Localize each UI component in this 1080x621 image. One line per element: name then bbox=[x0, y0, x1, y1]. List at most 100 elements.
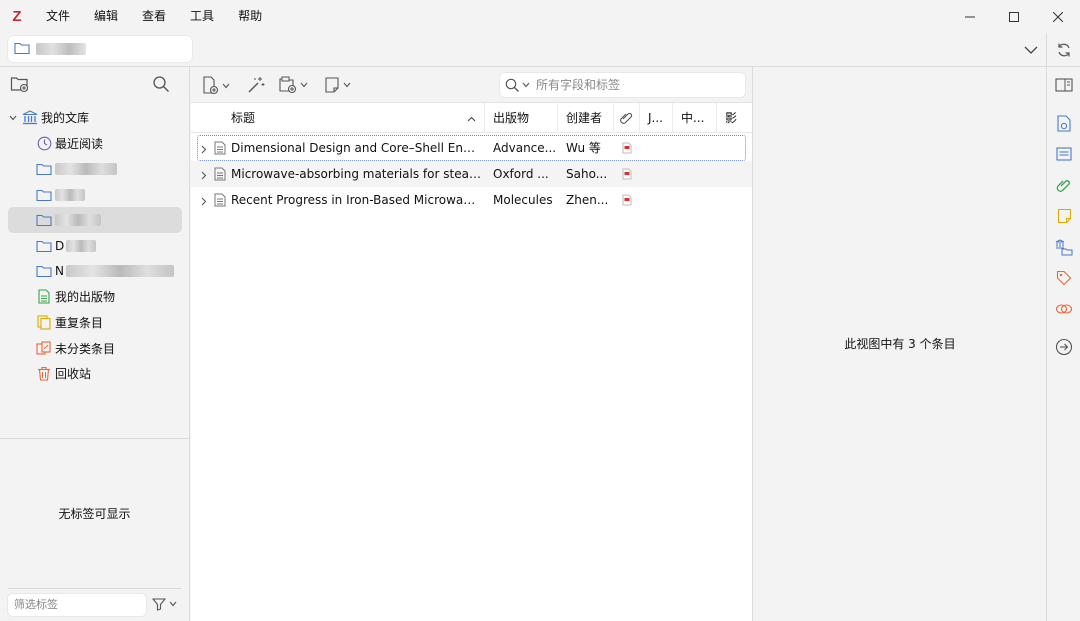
tab-bar bbox=[0, 33, 1080, 67]
abstract-section-icon[interactable] bbox=[1055, 145, 1073, 163]
chevron-right-icon[interactable] bbox=[201, 143, 207, 157]
magic-wand-icon bbox=[248, 77, 265, 93]
chevron-down-icon bbox=[300, 82, 308, 88]
attachment-add-icon bbox=[279, 76, 297, 94]
tree-item-recent[interactable]: 最近阅读 bbox=[0, 131, 189, 157]
info-section-icon[interactable] bbox=[1055, 114, 1073, 132]
column-header-title[interactable]: 标题 bbox=[191, 103, 485, 133]
item-pane: 此视图中有 3 个条目 bbox=[752, 67, 1046, 621]
chevron-down-icon bbox=[169, 601, 177, 607]
menu-tools[interactable]: 工具 bbox=[178, 0, 226, 33]
menu-help[interactable]: 帮助 bbox=[226, 0, 274, 33]
pdf-icon[interactable] bbox=[622, 168, 632, 183]
library-tab-label-redacted bbox=[36, 43, 86, 55]
table-row[interactable]: Microwave-absorbing materials for stealt… bbox=[191, 161, 752, 187]
library-tab[interactable] bbox=[8, 36, 192, 62]
trash-icon bbox=[36, 366, 52, 382]
search-mode-chevron-icon[interactable] bbox=[522, 82, 530, 88]
tree-item-label: D bbox=[55, 238, 65, 253]
libraries-collections-icon[interactable] bbox=[1055, 238, 1073, 256]
tree-item-collection-redacted-1[interactable] bbox=[0, 156, 189, 182]
collection-label-redacted bbox=[65, 265, 174, 278]
column-header-impact[interactable]: 影 bbox=[717, 103, 752, 133]
table-row[interactable]: Dimensional Design and Core–Shell Engi..… bbox=[197, 135, 746, 161]
collection-label-redacted bbox=[55, 214, 101, 227]
folder-icon bbox=[14, 41, 30, 58]
tree-item-label: 我的出版物 bbox=[55, 290, 116, 305]
toggle-pane-icon[interactable] bbox=[1055, 76, 1073, 94]
chevron-right-icon[interactable] bbox=[201, 195, 207, 209]
attachments-section-icon[interactable] bbox=[1055, 176, 1073, 194]
notes-section-icon[interactable] bbox=[1055, 207, 1073, 225]
collections-pane: 我的文库 最近阅读 D N 我的出版物 重复条目 未分类条目 回收站 无标签可显… bbox=[0, 67, 190, 621]
column-title-label: 标题 bbox=[231, 111, 256, 125]
sync-button[interactable] bbox=[1046, 33, 1080, 66]
chevron-right-icon[interactable] bbox=[201, 169, 207, 183]
column-header-journal[interactable]: J... bbox=[640, 103, 673, 133]
collections-toolbar bbox=[0, 67, 189, 103]
menu-file[interactable]: 文件 bbox=[34, 0, 82, 33]
chevron-down-icon[interactable] bbox=[9, 115, 19, 121]
collection-search-icon[interactable] bbox=[152, 75, 170, 96]
new-attachment-button[interactable] bbox=[278, 76, 308, 94]
column-header-zh[interactable]: 中... bbox=[673, 103, 717, 133]
tabs-menu-chevron-icon[interactable] bbox=[1022, 41, 1040, 59]
chevron-down-icon bbox=[222, 83, 230, 88]
tree-item-my-library[interactable]: 我的文库 bbox=[0, 105, 189, 131]
tree-item-trash[interactable]: 回收站 bbox=[0, 361, 189, 387]
menu-edit[interactable]: 编辑 bbox=[82, 0, 130, 33]
items-pane: 标题 出版物 创建者 J... 中... 影 Dimensional Desig… bbox=[191, 67, 752, 621]
close-button[interactable] bbox=[1036, 0, 1080, 33]
cell-creator: Wu 等 bbox=[566, 141, 601, 155]
menu-bar: 文件 编辑 查看 工具 帮助 bbox=[34, 0, 274, 33]
collection-label-redacted bbox=[55, 188, 85, 201]
tags-section-icon[interactable] bbox=[1055, 269, 1073, 287]
new-collection-icon[interactable] bbox=[10, 75, 30, 96]
search-icon[interactable] bbox=[505, 78, 520, 93]
tree-item-collection-selected[interactable] bbox=[0, 207, 189, 233]
pdf-icon[interactable] bbox=[622, 142, 632, 157]
locate-icon[interactable] bbox=[1055, 338, 1073, 356]
tree-item-my-publications[interactable]: 我的出版物 bbox=[0, 284, 189, 310]
related-section-icon[interactable] bbox=[1055, 300, 1073, 318]
tree-item-duplicates[interactable]: 重复条目 bbox=[0, 310, 189, 336]
tree-item-collection-d[interactable]: D bbox=[0, 233, 189, 259]
title-bar: Z 文件 编辑 查看 工具 帮助 bbox=[0, 0, 1080, 33]
new-item-icon bbox=[203, 76, 219, 95]
tree-item-label: 最近阅读 bbox=[55, 136, 104, 151]
menu-view[interactable]: 查看 bbox=[130, 0, 178, 33]
folder-icon bbox=[36, 187, 52, 203]
new-item-button[interactable] bbox=[202, 76, 230, 95]
pdf-icon[interactable] bbox=[622, 194, 632, 209]
column-header-attachments[interactable] bbox=[614, 103, 640, 133]
zotero-logo: Z bbox=[12, 8, 22, 25]
tree-item-label: N bbox=[55, 264, 64, 279]
tree-item-collection-redacted-2[interactable] bbox=[0, 182, 189, 208]
publications-icon bbox=[36, 289, 52, 305]
tag-filter-input[interactable]: 筛选标签 bbox=[8, 594, 146, 616]
item-pane-sidenav bbox=[1046, 67, 1080, 621]
column-header-publication[interactable]: 出版物 bbox=[485, 103, 558, 133]
search-input[interactable] bbox=[536, 78, 736, 92]
cell-publication: Molecules bbox=[493, 193, 553, 207]
filter-icon bbox=[152, 598, 166, 611]
cell-publication: Oxford ... bbox=[493, 167, 549, 181]
tree-item-label: 我的文库 bbox=[41, 111, 90, 126]
note-icon bbox=[325, 77, 339, 93]
items-search-box[interactable] bbox=[500, 73, 745, 97]
table-row[interactable]: Recent Progress in Iron-Based Microwave.… bbox=[191, 187, 752, 213]
maximize-button[interactable] bbox=[992, 0, 1036, 33]
minimize-button[interactable] bbox=[948, 0, 992, 33]
tree-item-collection-n[interactable]: N bbox=[0, 259, 189, 285]
folder-icon bbox=[36, 238, 52, 254]
tag-actions-button[interactable] bbox=[152, 597, 177, 611]
tree-item-unfiled[interactable]: 未分类条目 bbox=[0, 335, 189, 361]
add-by-identifier-button[interactable] bbox=[247, 76, 265, 94]
column-header-creator[interactable]: 创建者 bbox=[558, 103, 614, 133]
duplicates-icon bbox=[36, 315, 52, 331]
items-toolbar bbox=[191, 67, 752, 103]
new-note-button[interactable] bbox=[324, 76, 351, 94]
library-icon bbox=[22, 110, 38, 126]
sync-icon bbox=[1057, 43, 1070, 56]
unfiled-icon bbox=[36, 340, 52, 356]
